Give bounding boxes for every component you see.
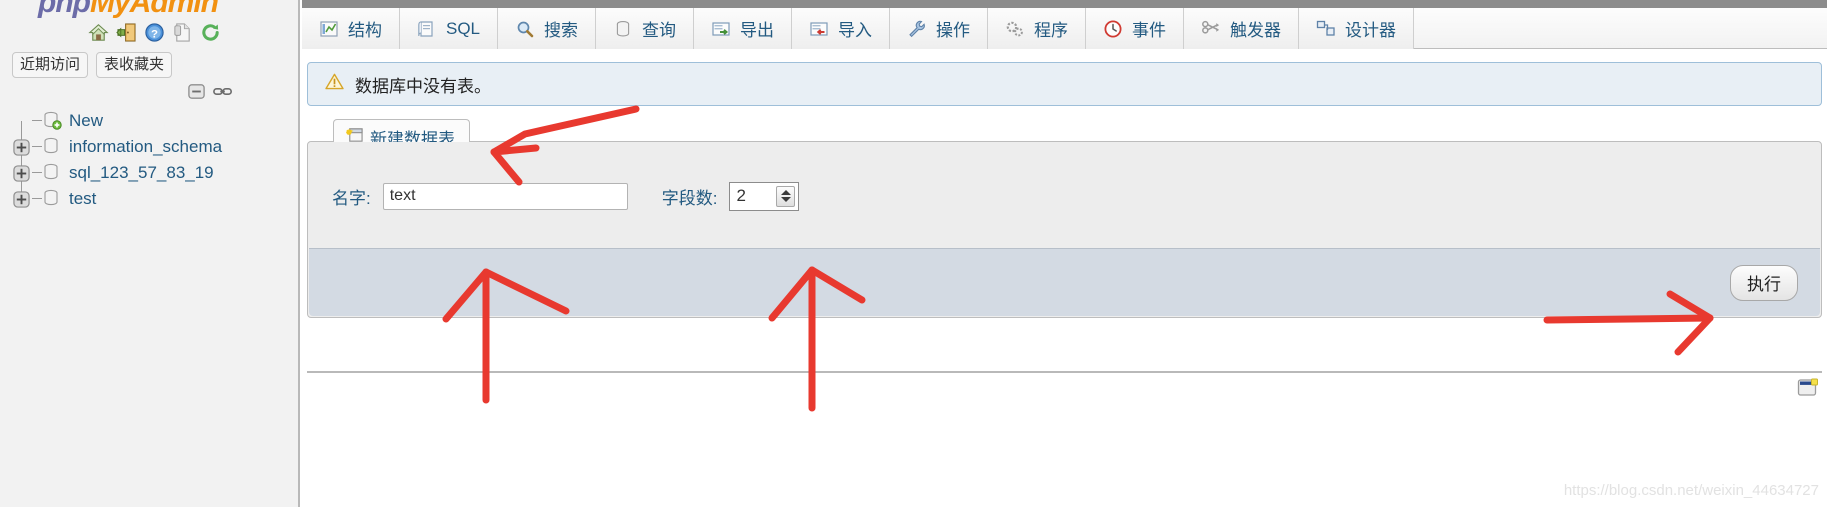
export-icon — [711, 19, 731, 39]
tab-import[interactable]: 导入 — [792, 8, 891, 49]
database-icon — [42, 136, 62, 158]
reload-icon[interactable] — [200, 22, 221, 43]
tab-sql[interactable]: SQL — [400, 8, 499, 49]
main-content: 结构 SQL 搜索 查询 导出 导入 操作 程序 事件 触发器 设计器 数据库中… — [302, 0, 1827, 507]
tree-expand-icon[interactable] — [10, 186, 32, 212]
exit-icon[interactable] — [116, 22, 137, 43]
notice-text: 数据库中没有表。 — [355, 76, 491, 96]
svg-text:?: ? — [151, 28, 158, 40]
phpmyadmin-logo[interactable]: phpMyAdmin — [38, 0, 219, 20]
spinner-down-icon[interactable] — [780, 197, 791, 202]
wrench-icon — [907, 19, 927, 39]
sidebar-icon-bar: ? — [88, 22, 221, 43]
phpmyadmin-window: phpMyAdmin ? 近期访问 表收藏夹 New information_s… — [0, 0, 1827, 507]
spinner-up-icon[interactable] — [780, 190, 791, 195]
tab-routines[interactable]: 程序 — [988, 8, 1087, 49]
tree-item-test[interactable]: test — [10, 186, 290, 212]
link-with-main-icon[interactable] — [213, 85, 233, 103]
columns-count-input[interactable] — [730, 183, 776, 209]
tree-connector — [32, 186, 42, 212]
tree-item-label: New — [69, 111, 104, 130]
tab-query[interactable]: 查询 — [596, 8, 695, 49]
designer-icon — [1316, 19, 1336, 39]
tree-item-sql-123-57-83-19[interactable]: sql_123_57_83_19 — [10, 160, 290, 186]
tree-expander-placeholder — [10, 108, 32, 134]
tab-label: 事件 — [1132, 21, 1167, 40]
main-tab-bar: 结构 SQL 搜索 查询 导出 导入 操作 程序 事件 触发器 设计器 — [302, 0, 1827, 49]
gears-icon — [1005, 19, 1025, 39]
tree-expand-icon[interactable] — [10, 134, 32, 160]
database-tree: New information_schema sql_123_57_83_19 … — [10, 108, 290, 212]
tree-item-new[interactable]: New — [10, 108, 290, 134]
warning-icon — [325, 73, 344, 95]
tab-operations[interactable]: 操作 — [890, 8, 989, 49]
logo-text-php: php — [38, 0, 91, 19]
tab-label: 程序 — [1034, 21, 1069, 40]
tab-label: 导入 — [838, 21, 873, 40]
triggers-icon — [1201, 19, 1221, 39]
sidebar-quick-buttons: 近期访问 表收藏夹 — [12, 52, 173, 78]
tab-label: 导出 — [740, 21, 775, 40]
columns-count-field[interactable] — [729, 181, 800, 211]
tab-label: SQL — [446, 18, 481, 38]
query-icon — [613, 19, 633, 39]
tree-item-information-schema[interactable]: information_schema — [10, 134, 290, 160]
collapse-all-icon[interactable] — [187, 82, 206, 106]
create-table-footer: 执行 — [309, 248, 1820, 316]
help-icon[interactable]: ? — [144, 22, 165, 43]
tab-designer[interactable]: 设计器 — [1299, 8, 1415, 49]
import-icon — [809, 19, 829, 39]
tab-search[interactable]: 搜索 — [498, 8, 597, 49]
columns-count-spinner[interactable] — [776, 185, 796, 207]
tree-item-label: test — [69, 189, 97, 208]
watermark-text: https://blog.csdn.net/weixin_44634727 — [1563, 482, 1819, 499]
tree-expand-icon[interactable] — [10, 160, 32, 186]
tree-item-label: sql_123_57_83_19 — [69, 163, 214, 182]
content-separator — [307, 371, 1822, 373]
console-icon[interactable] — [1797, 377, 1819, 399]
home-icon[interactable] — [88, 22, 109, 43]
recent-tables-button[interactable]: 近期访问 — [12, 52, 89, 78]
clock-icon — [1103, 19, 1123, 39]
logo-text-my: My — [89, 0, 131, 19]
table-name-label: 名字: — [332, 188, 371, 208]
go-button[interactable]: 执行 — [1730, 264, 1798, 301]
docs-icon[interactable] — [172, 22, 193, 43]
sql-icon — [417, 19, 437, 39]
favorite-tables-button[interactable]: 表收藏夹 — [96, 52, 173, 78]
create-table-panel: 新建数据表 名字: 字段数: 执行 — [307, 119, 1822, 318]
tree-item-label: information_schema — [69, 137, 223, 156]
database-icon — [42, 188, 62, 210]
tab-export[interactable]: 导出 — [694, 8, 793, 49]
table-name-input[interactable] — [382, 182, 628, 210]
tab-label: 操作 — [936, 21, 971, 40]
no-tables-notice: 数据库中没有表。 — [307, 62, 1822, 106]
new-database-icon — [42, 110, 62, 132]
structure-icon — [319, 19, 339, 39]
logo-text-admin: Admin — [129, 0, 219, 19]
tree-tools — [187, 82, 233, 106]
search-icon — [515, 19, 535, 39]
navigation-sidebar: phpMyAdmin ? 近期访问 表收藏夹 New information_s… — [0, 0, 300, 507]
tree-connector — [32, 134, 42, 160]
create-table-form: 名字: 字段数: — [308, 142, 1821, 250]
tab-label: 查询 — [642, 21, 677, 40]
tree-connector — [32, 160, 42, 186]
tab-label: 搜索 — [544, 21, 579, 40]
database-icon — [42, 162, 62, 184]
tab-label: 结构 — [348, 21, 382, 40]
columns-count-label: 字段数: — [661, 188, 718, 208]
tab-label: 设计器 — [1345, 21, 1397, 40]
tab-triggers[interactable]: 触发器 — [1184, 8, 1300, 49]
tab-structure[interactable]: 结构 — [302, 8, 400, 49]
window-top-strip — [302, 0, 1827, 8]
tab-events[interactable]: 事件 — [1086, 8, 1185, 49]
tab-label: 触发器 — [1230, 21, 1282, 40]
tree-connector — [32, 108, 42, 134]
tab-list: 结构 SQL 搜索 查询 导出 导入 操作 程序 事件 触发器 设计器 — [302, 8, 1415, 49]
